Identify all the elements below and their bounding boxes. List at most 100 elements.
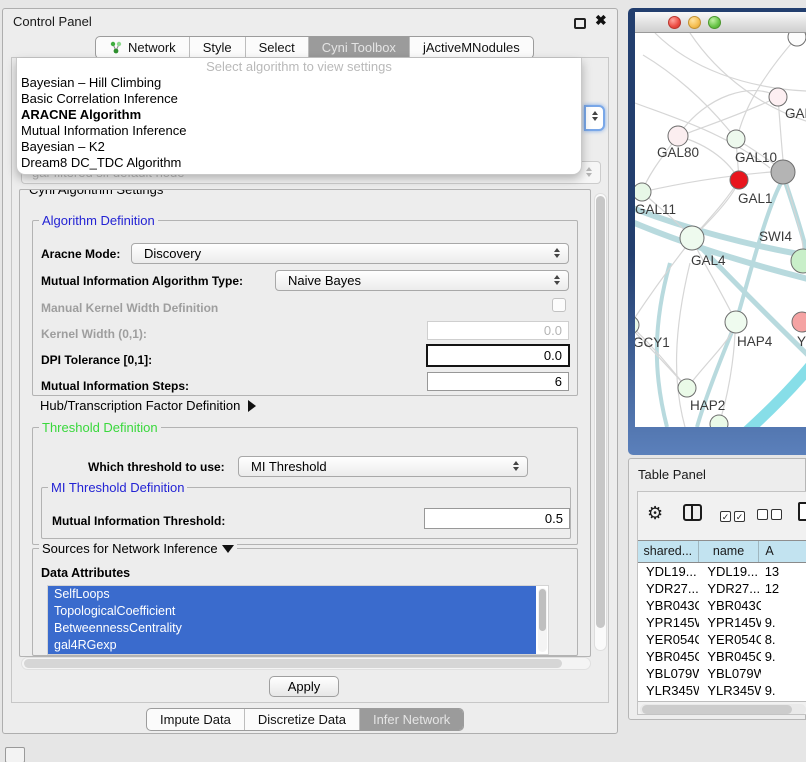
which-threshold-combo[interactable]: MI Threshold: [238, 456, 528, 477]
hub-definition-expander[interactable]: Hub/Transcription Factor Definition: [40, 398, 256, 413]
table-panel-body: ⚙ ✓✓ shared... name A YDL19...YDL19...13…: [637, 491, 806, 715]
close-window-icon[interactable]: [668, 16, 681, 29]
table-row[interactable]: YER054CYER054C8.: [638, 631, 806, 648]
tab-impute-data[interactable]: Impute Data: [147, 709, 245, 730]
combo-stepper-icon: [584, 167, 593, 177]
select-all-checkboxes-icon[interactable]: ✓✓: [720, 507, 748, 525]
manual-kernel-width-label: Manual Kernel Width Definition: [41, 301, 218, 315]
attribute-item-selected[interactable]: BetweennessCentrality: [48, 620, 536, 637]
tab-jactivemnodules[interactable]: jActiveMNodules: [410, 37, 533, 58]
settings-vertical-scrollbar[interactable]: [594, 193, 607, 651]
gear-icon[interactable]: ⚙: [647, 503, 663, 523]
column-header[interactable]: shared...: [638, 541, 699, 562]
table-row[interactable]: YPR145WYPR145W9.: [638, 614, 806, 631]
deselect-all-checkboxes-icon[interactable]: [757, 507, 785, 525]
minimize-window-icon[interactable]: [688, 16, 701, 29]
threshold-definition-title: Threshold Definition: [39, 420, 161, 435]
table-cell: YBR043C: [638, 597, 699, 614]
minimized-panel-icon[interactable]: [5, 747, 25, 762]
tab-cyni-toolbox[interactable]: Cyni Toolbox: [309, 37, 410, 58]
network-canvas[interactable]: GALGAL80GAL10GAL1GAL11GAL4SWI4GCY1HAP4YH…: [635, 33, 806, 427]
file-icon[interactable]: [798, 502, 806, 521]
table-cell: YBL079W: [638, 665, 699, 682]
table-row[interactable]: YLR345WYLR345W9.: [638, 682, 806, 699]
table-cell: YER054C: [638, 631, 699, 648]
network-node-gal1[interactable]: [730, 171, 748, 189]
attribute-list-scrollbar[interactable]: [538, 588, 547, 652]
settings-horizontal-scrollbar[interactable]: [21, 657, 591, 670]
network-node-gal10[interactable]: [727, 130, 745, 148]
apply-button[interactable]: Apply: [269, 676, 339, 697]
network-node-gal4[interactable]: [680, 226, 704, 250]
column-header[interactable]: A: [759, 541, 806, 562]
algorithm-option[interactable]: Dream8 DC_TDC Algorithm: [17, 155, 581, 171]
network-window-titlebar[interactable]: [635, 12, 806, 33]
table-cell: 13: [761, 563, 806, 580]
network-node-y[interactable]: [792, 312, 806, 332]
tab-select[interactable]: Select: [246, 37, 309, 58]
table-cell: 9.: [761, 682, 806, 699]
table-cell: YBL079W: [699, 665, 760, 682]
attribute-item-selected[interactable]: gal4RGexp: [48, 637, 536, 654]
network-node-hap4[interactable]: [725, 311, 747, 333]
float-panel-icon[interactable]: [574, 18, 586, 29]
node-attribute-table: shared... name A YDL19...YDL19...13YDR27…: [638, 540, 806, 702]
network-node[interactable]: [710, 415, 728, 427]
algorithm-option[interactable]: Basic Correlation Inference: [17, 91, 581, 107]
network-node-hap2[interactable]: [678, 379, 696, 397]
network-node[interactable]: [788, 33, 806, 46]
tab-style[interactable]: Style: [190, 37, 246, 58]
attribute-item-selected[interactable]: TopologicalCoefficient: [48, 603, 536, 620]
table-row[interactable]: YIL052CYIL052C9.: [638, 699, 806, 702]
dpi-tolerance-field[interactable]: 0.0: [426, 344, 570, 367]
mi-steps-field[interactable]: 6: [427, 372, 569, 391]
network-node-gal80[interactable]: [668, 126, 688, 146]
attribute-item-selected[interactable]: SelfLoops: [48, 586, 536, 603]
network-node-label: GAL: [785, 106, 806, 121]
mi-threshold-field[interactable]: 0.5: [424, 508, 570, 529]
manual-kernel-width-checkbox[interactable]: [552, 298, 566, 312]
control-panel-tabbar: Network Style Select Cyni Toolbox jActiv…: [95, 36, 534, 59]
tab-discretize-data[interactable]: Discretize Data: [245, 709, 360, 730]
table-row[interactable]: YBL079WYBL079W: [638, 665, 806, 682]
table-cell: YIL052C: [699, 699, 760, 702]
combo-stepper-icon: [552, 248, 561, 258]
algorithm-option[interactable]: Bayesian – Hill Climbing: [17, 75, 581, 91]
sources-group-title[interactable]: Sources for Network Inference: [39, 541, 237, 556]
tab-label: jActiveMNodules: [423, 37, 520, 58]
table-cell: [761, 665, 806, 682]
network-node[interactable]: [771, 160, 795, 184]
column-header[interactable]: name: [699, 541, 760, 562]
split-columns-icon[interactable]: [683, 504, 702, 521]
tab-network[interactable]: Network: [96, 37, 190, 58]
mi-threshold-label: Mutual Information Threshold:: [52, 514, 225, 528]
algorithm-dropdown-popup: Select algorithm to view settings Bayesi…: [16, 58, 582, 175]
algorithm-option[interactable]: Bayesian – K2: [17, 139, 581, 155]
table-horizontal-scrollbar[interactable]: [640, 704, 806, 715]
table-row[interactable]: YBR043CYBR043C: [638, 597, 806, 614]
table-panel: Table Panel ⚙ ✓✓ shared... name A YDL19.…: [628, 458, 806, 720]
close-panel-icon[interactable]: ✖: [595, 12, 607, 29]
table-row[interactable]: YBR045CYBR045C9.: [638, 648, 806, 665]
zoom-window-icon[interactable]: [708, 16, 721, 29]
network-node-gcy1[interactable]: [635, 316, 639, 334]
network-node-gal[interactable]: [769, 88, 787, 106]
mi-algorithm-type-combo[interactable]: Naive Bayes: [275, 270, 569, 291]
tab-label: Cyni Toolbox: [322, 37, 396, 58]
table-row[interactable]: YDL19...YDL19...13: [638, 563, 806, 580]
algorithm-combo-focus-ring[interactable]: [584, 105, 605, 131]
algorithm-option[interactable]: Mutual Information Inference: [17, 123, 581, 139]
kernel-width-field[interactable]: 0.0: [427, 321, 569, 340]
table-header-row: shared... name A: [638, 541, 806, 563]
aracne-mode-combo[interactable]: Discovery: [131, 243, 569, 264]
tab-infer-network[interactable]: Infer Network: [360, 709, 463, 730]
tab-label: Style: [203, 37, 232, 58]
data-attributes-label: Data Attributes: [41, 566, 130, 580]
table-row[interactable]: YDR27...YDR27...12: [638, 580, 806, 597]
expander-arrow-icon: [248, 400, 256, 412]
network-node-label: GAL80: [657, 145, 699, 160]
algorithm-option-selected[interactable]: ARACNE Algorithm: [17, 107, 581, 123]
tab-label: Network: [128, 37, 176, 58]
network-node-gal11[interactable]: [635, 183, 651, 201]
settings-group-title: Cyni Algorithm Settings: [26, 189, 166, 197]
